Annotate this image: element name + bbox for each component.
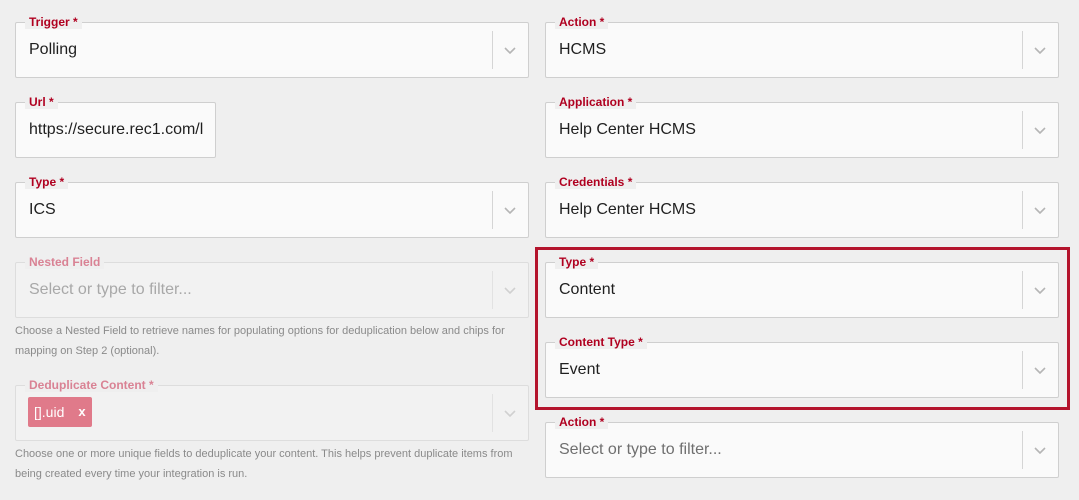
chevron-down-icon[interactable] bbox=[1033, 363, 1047, 377]
credentials-select[interactable]: Credentials * Help Center HCMS bbox=[545, 175, 1059, 238]
type-label: Type * bbox=[555, 255, 599, 269]
credentials-label: Credentials * bbox=[555, 175, 637, 189]
type-value: ICS bbox=[29, 201, 56, 218]
content-type-group-select[interactable]: Type * Content bbox=[545, 255, 1059, 318]
trigger-value: Polling bbox=[29, 41, 78, 58]
chevron-down-icon[interactable] bbox=[1033, 283, 1047, 297]
chevron-down-icon[interactable] bbox=[1033, 203, 1047, 217]
action-select[interactable]: Action * HCMS bbox=[545, 15, 1059, 78]
type-label: Type * bbox=[25, 175, 69, 189]
url-input[interactable]: https://secure.rec1.com/l bbox=[29, 121, 209, 139]
close-icon[interactable]: x bbox=[78, 397, 85, 427]
content-type-label: Content Type * bbox=[555, 335, 647, 349]
chevron-down-icon[interactable] bbox=[503, 283, 517, 297]
nested-field-hint: Choose a Nested Field to retrieve names … bbox=[15, 325, 505, 357]
select-divider bbox=[492, 394, 493, 432]
application-label: Application * bbox=[555, 95, 637, 109]
nested-field-select[interactable]: Nested Field Select or type to filter... bbox=[15, 255, 529, 318]
chevron-down-icon[interactable] bbox=[1033, 123, 1047, 137]
deduplicate-content-select[interactable]: Deduplicate Content * [].uid x bbox=[15, 378, 529, 441]
action2-placeholder: Select or type to filter... bbox=[559, 441, 722, 458]
url-label: Url * bbox=[25, 95, 58, 109]
application-select[interactable]: Application * Help Center HCMS bbox=[545, 95, 1059, 158]
trigger-select[interactable]: Trigger * Polling bbox=[15, 15, 529, 78]
chevron-down-icon[interactable] bbox=[1033, 443, 1047, 457]
dedup-chip[interactable]: [].uid x bbox=[28, 397, 92, 427]
application-value: Help Center HCMS bbox=[559, 121, 696, 138]
chevron-down-icon[interactable] bbox=[503, 406, 517, 420]
credentials-value: Help Center HCMS bbox=[559, 201, 696, 218]
chevron-down-icon[interactable] bbox=[1033, 43, 1047, 57]
nested-field-placeholder: Select or type to filter... bbox=[29, 281, 192, 298]
select-divider bbox=[1022, 271, 1023, 309]
action2-select[interactable]: Action * Select or type to filter... bbox=[545, 415, 1059, 478]
chevron-down-icon[interactable] bbox=[503, 43, 517, 57]
select-divider bbox=[1022, 351, 1023, 389]
content-type-select[interactable]: Content Type * Event bbox=[545, 335, 1059, 398]
type-select[interactable]: Type * ICS bbox=[15, 175, 529, 238]
action-label: Action * bbox=[555, 15, 609, 29]
select-divider bbox=[492, 191, 493, 229]
trigger-label: Trigger * bbox=[25, 15, 82, 29]
deduplicate-content-label: Deduplicate Content * bbox=[25, 378, 158, 392]
select-divider bbox=[1022, 191, 1023, 229]
select-divider bbox=[492, 271, 493, 309]
type-value: Content bbox=[559, 281, 616, 298]
select-divider bbox=[492, 31, 493, 69]
dedup-chip-label: [].uid bbox=[34, 404, 65, 420]
action-value: HCMS bbox=[559, 41, 607, 58]
chevron-down-icon[interactable] bbox=[503, 203, 517, 217]
url-field[interactable]: Url * https://secure.rec1.com/l bbox=[15, 95, 216, 158]
select-divider bbox=[1022, 431, 1023, 469]
content-type-value: Event bbox=[559, 361, 600, 378]
deduplicate-hint: Choose one or more unique fields to dedu… bbox=[15, 448, 513, 480]
nested-field-label: Nested Field bbox=[25, 255, 105, 269]
select-divider bbox=[1022, 31, 1023, 69]
select-divider bbox=[1022, 111, 1023, 149]
action2-label: Action * bbox=[555, 415, 609, 429]
